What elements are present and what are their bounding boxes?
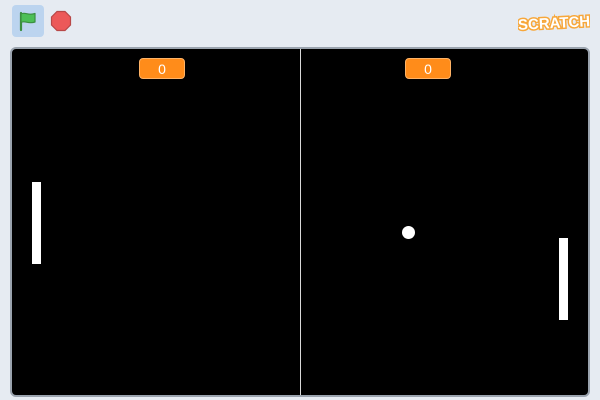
scratch-logo: SCRATCH <box>518 12 590 35</box>
ball <box>402 226 415 239</box>
left-paddle <box>32 182 41 264</box>
stop-sign-icon <box>50 10 72 32</box>
stop-button[interactable] <box>48 8 74 34</box>
toolbar: SCRATCH <box>0 0 600 44</box>
right-score-display: 0 <box>405 58 451 79</box>
stage[interactable]: 0 0 <box>10 47 590 397</box>
green-flag-icon <box>19 11 36 32</box>
green-flag-button[interactable] <box>12 5 44 37</box>
left-score-display: 0 <box>139 58 185 79</box>
center-net-line <box>300 49 301 395</box>
right-paddle <box>559 238 568 320</box>
svg-text:SCRATCH: SCRATCH <box>518 13 590 34</box>
